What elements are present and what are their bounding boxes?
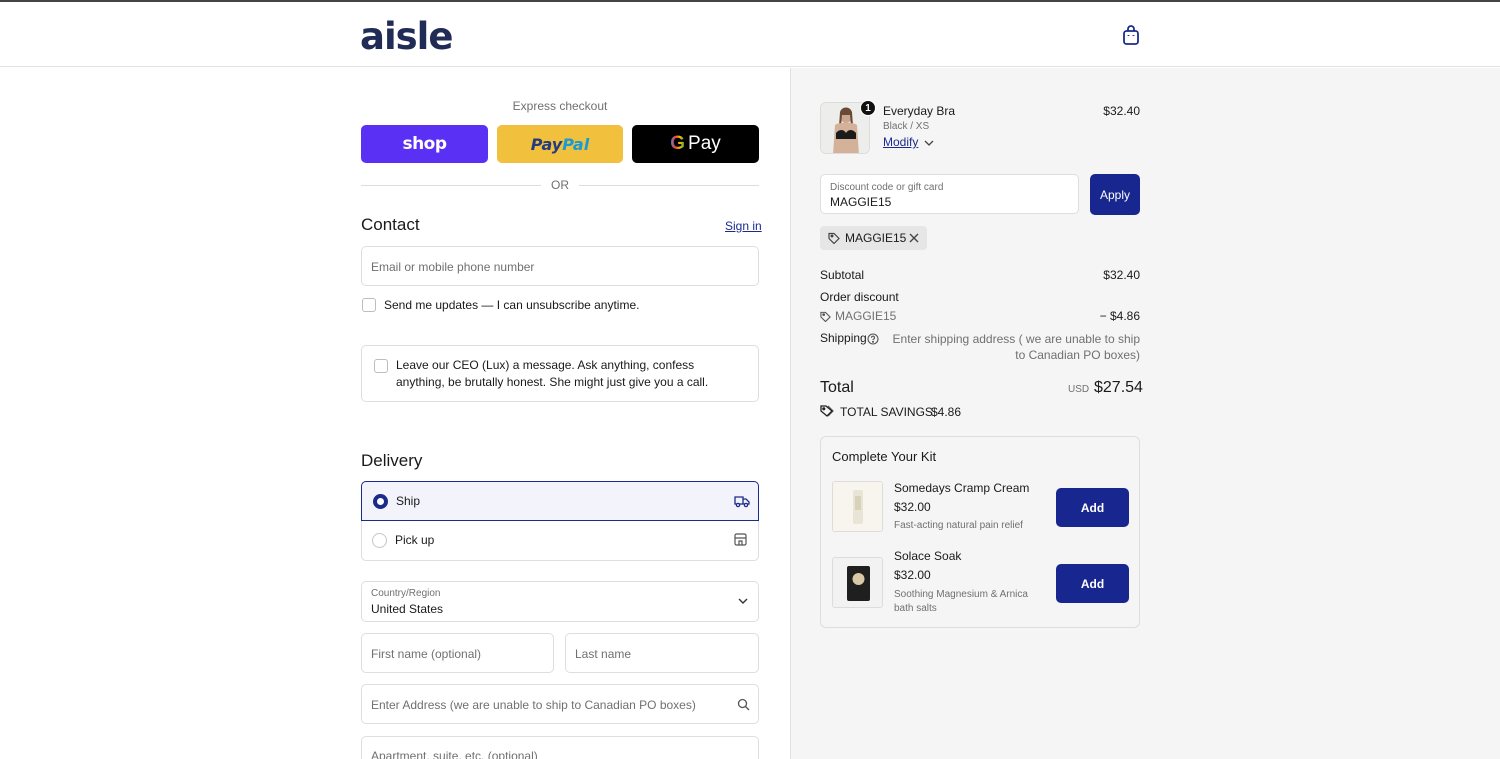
modify-link[interactable]: Modify <box>883 135 918 149</box>
google-g-icon: G <box>670 133 686 154</box>
google-pay-label: Pay <box>688 133 721 154</box>
total-savings-value: $4.86 <box>931 405 962 419</box>
savings-tag-icon <box>820 405 834 417</box>
apply-button[interactable]: Apply <box>1090 174 1140 215</box>
item-price: $32.40 <box>1103 104 1140 118</box>
paypal-button[interactable]: Pay Pal <box>497 125 623 163</box>
contact-heading: Contact <box>361 215 420 234</box>
last-name-placeholder: Last name <box>575 647 632 661</box>
total-label: Total <box>820 379 854 396</box>
applied-discount-chip: MAGGIE15 <box>820 226 927 250</box>
discount-code-field[interactable]: Discount code or gift card MAGGIE15 <box>820 174 1079 214</box>
address-field[interactable]: Enter Address (we are unable to ship to … <box>361 684 759 724</box>
site-header: aisle <box>0 2 1500 67</box>
total-savings-label: TOTAL SAVINGS <box>840 405 933 419</box>
express-checkout-label: Express checkout <box>512 99 608 113</box>
shipping-label: Shipping <box>820 331 867 345</box>
first-name-field[interactable]: First name (optional) <box>361 633 554 673</box>
kit-product-thumbnail <box>832 481 883 532</box>
cream-product-image <box>833 482 882 531</box>
apply-label: Apply <box>1099 187 1131 202</box>
email-field[interactable]: Email or mobile phone number <box>361 246 759 286</box>
kit-title: Complete Your Kit <box>832 449 937 464</box>
subtotal-value: $32.40 <box>1103 268 1140 282</box>
or-divider: OR <box>361 177 759 193</box>
email-placeholder: Email or mobile phone number <box>371 260 535 274</box>
pickup-radio[interactable] <box>372 533 387 548</box>
store-icon <box>734 533 747 546</box>
country-select[interactable]: Country/Region United States <box>361 581 759 622</box>
first-name-placeholder: First name (optional) <box>371 647 482 661</box>
tag-icon <box>828 232 840 244</box>
or-label: OR <box>551 178 569 192</box>
address-placeholder: Enter Address (we are unable to ship to … <box>371 698 696 712</box>
updates-checkbox[interactable] <box>362 298 376 312</box>
kit-product-price: $32.00 <box>894 500 931 514</box>
add-label: Add <box>1080 500 1105 515</box>
kit-product-thumbnail <box>832 557 883 608</box>
kit-product-desc: Fast-acting natural pain relief <box>894 520 1023 531</box>
delivery-heading: Delivery <box>361 451 423 470</box>
ship-label: Ship <box>396 494 421 508</box>
chevron-down-icon <box>738 598 748 604</box>
question-circle-icon[interactable] <box>867 333 879 345</box>
last-name-field[interactable]: Last name <box>565 633 759 673</box>
quantity-badge: 1 <box>860 100 876 116</box>
add-cramp-cream-button[interactable]: Add <box>1056 488 1129 527</box>
kit-product-price: $32.00 <box>894 568 931 582</box>
ceo-message-label: Leave our CEO (Lux) a message. Ask anyth… <box>396 358 709 389</box>
total-value: $27.54 <box>1094 379 1143 396</box>
search-icon[interactable] <box>737 698 750 711</box>
google-pay-button[interactable]: G Pay <box>632 125 759 163</box>
add-label: Add <box>1080 576 1105 591</box>
total-currency: USD <box>1068 384 1090 395</box>
complete-kit-card: Complete Your Kit Somedays Cramp Cream $… <box>820 436 1140 628</box>
discount-field-value: MAGGIE15 <box>830 195 892 209</box>
paypal-label-pay: Pay <box>530 134 563 154</box>
truck-icon <box>734 496 750 508</box>
ceo-message-box: Leave our CEO (Lux) a message. Ask anyth… <box>361 345 759 402</box>
ceo-message-checkbox[interactable] <box>374 359 388 373</box>
delivery-option-pickup[interactable]: Pick up <box>361 521 759 561</box>
brand-logo[interactable]: aisle <box>360 15 453 58</box>
kit-product-name: Solace Soak <box>894 549 962 563</box>
apartment-field[interactable]: Apartment, suite, etc. (optional) <box>361 736 759 759</box>
kit-product-desc: Soothing Magnesium & Arnica bath salts <box>894 589 1028 614</box>
soak-product-image <box>833 558 882 607</box>
order-discount-label: Order discount <box>820 290 899 304</box>
country-label: Country/Region <box>371 588 441 599</box>
discount-field-label: Discount code or gift card <box>830 182 944 193</box>
ship-radio[interactable] <box>373 494 388 509</box>
apartment-placeholder: Apartment, suite, etc. (optional) <box>371 749 538 759</box>
shipping-value: Enter shipping address ( we are unable t… <box>892 332 1140 362</box>
subtotal-label: Subtotal <box>820 268 865 282</box>
discount-code-applied: MAGGIE15 <box>835 309 897 323</box>
close-icon[interactable] <box>909 233 919 243</box>
pickup-label: Pick up <box>395 533 435 547</box>
chevron-down-icon[interactable] <box>924 140 934 147</box>
updates-label: Send me updates — I can unsubscribe anyt… <box>384 298 640 312</box>
discount-amount: − $4.86 <box>1099 309 1140 323</box>
tag-icon <box>820 311 831 322</box>
country-value: United States <box>371 602 444 616</box>
shopping-bag-icon[interactable] <box>1121 24 1141 46</box>
add-solace-soak-button[interactable]: Add <box>1056 564 1129 603</box>
shop-pay-label: shop <box>402 134 447 154</box>
kit-product-name: Somedays Cramp Cream <box>894 481 1030 495</box>
item-variant: Black / XS <box>883 121 930 132</box>
paypal-label-pal: Pal <box>562 134 590 154</box>
sign-in-link[interactable]: Sign in <box>725 219 762 233</box>
delivery-option-ship[interactable]: Ship <box>361 481 759 521</box>
shop-pay-button[interactable]: shop <box>361 125 488 163</box>
item-name: Everyday Bra <box>883 104 956 118</box>
applied-code-label: MAGGIE15 <box>845 231 907 245</box>
